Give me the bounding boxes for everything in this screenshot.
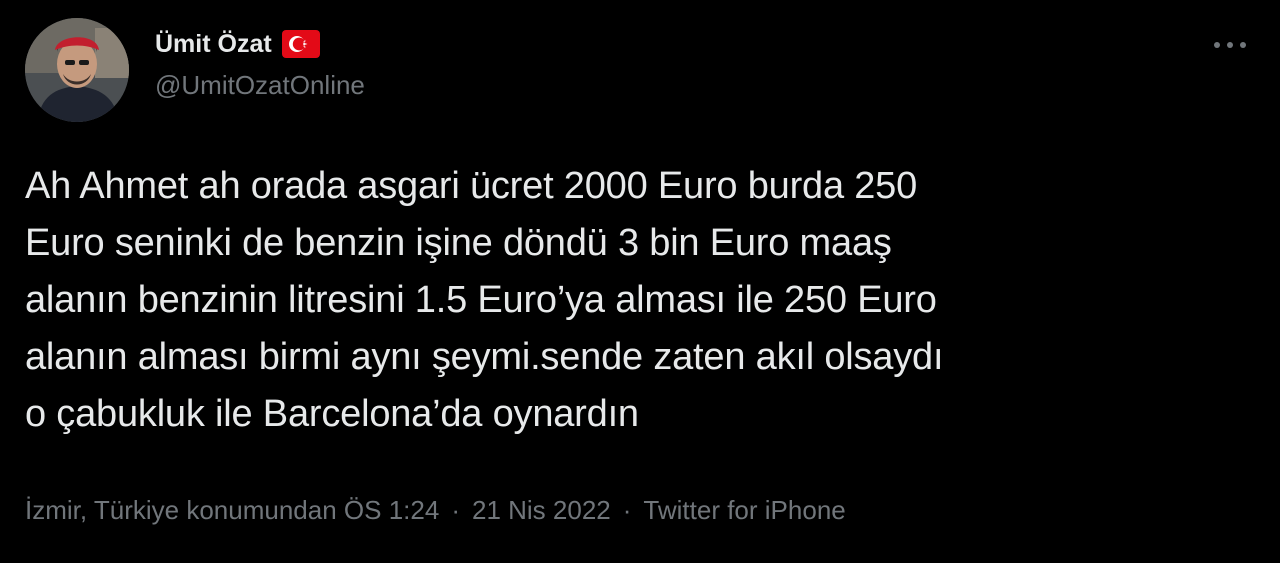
meta-separator: · [622,495,632,525]
tweet-text: Ah Ahmet ah orada asgari ücret 2000 Euro… [25,165,944,435]
turkey-flag-icon [281,30,320,58]
display-name[interactable]: Ümit Özat [155,30,272,59]
tweet-date[interactable]: 21 Nis 2022 [472,495,611,526]
avatar[interactable] [25,18,129,122]
tweet-source-link[interactable]: Twitter for iPhone [643,495,845,526]
tweet-metadata: İzmir, Türkiye konumundan ÖS 1:24 · 21 N… [25,495,846,526]
author-name-row: Ümit Özat [155,26,320,62]
author-handle[interactable]: @UmitOzatOnline [155,70,365,101]
tweet-time[interactable]: ÖS 1:24 [344,495,439,526]
meta-separator: · [451,495,460,525]
tweet-card: Ümit Özat @UmitOzatOnline Ah Ahmet ah or… [0,0,1280,563]
tweet-location: İzmir, Türkiye konumundan [25,495,337,525]
profile-photo [25,18,129,122]
more-options-icon[interactable] [1210,30,1250,60]
